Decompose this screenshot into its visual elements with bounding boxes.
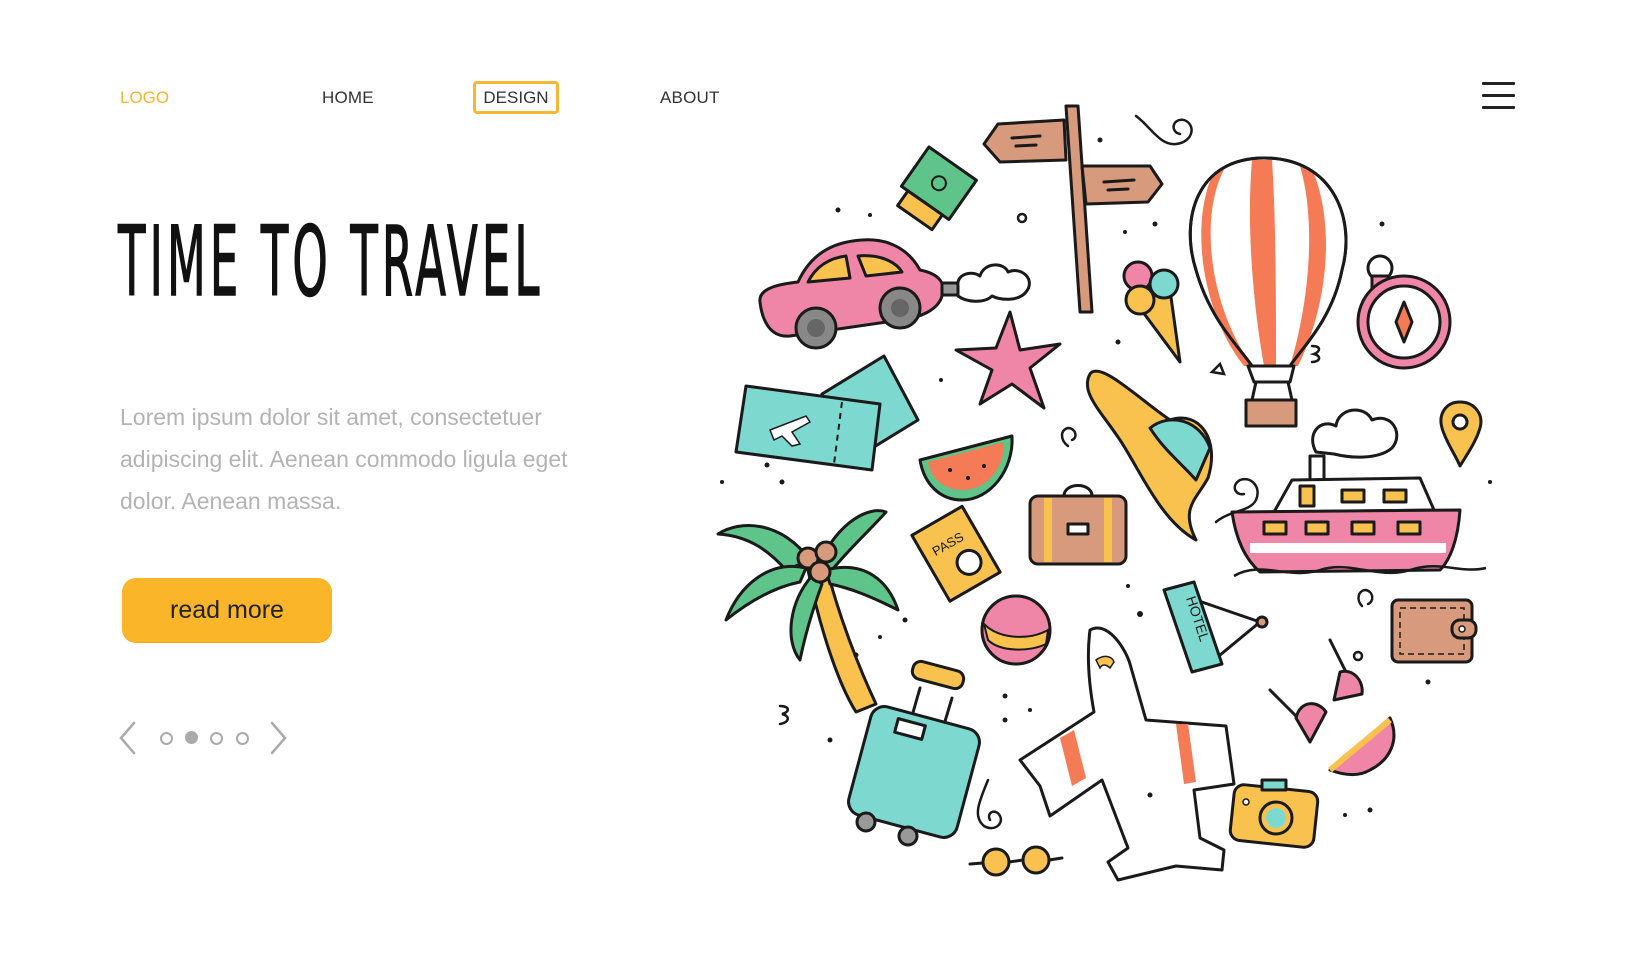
starfish-icon <box>954 310 1062 410</box>
sunscreen-icon <box>896 145 978 232</box>
travel-illustration: PASS HOTEL <box>716 104 1492 882</box>
bikini-icon <box>1268 638 1396 776</box>
beach-ball-icon <box>980 594 1052 666</box>
hot-air-balloon-icon <box>1188 156 1348 428</box>
camera-icon <box>1228 778 1320 849</box>
location-pin-icon <box>1439 400 1483 468</box>
suitcase-icon <box>1028 484 1128 566</box>
palm-tree-icon <box>716 509 900 714</box>
car-icon <box>758 238 1031 350</box>
hotel-sign-icon: HOTEL <box>1162 580 1269 674</box>
plane-tickets-icon <box>734 354 920 472</box>
compass-icon <box>1356 254 1452 370</box>
wallet-icon <box>1390 598 1478 664</box>
passport-icon: PASS <box>910 504 1002 603</box>
ice-cream-icon <box>1122 260 1182 364</box>
watermelon-icon <box>918 434 1014 502</box>
sunglasses-icon <box>968 845 1064 877</box>
